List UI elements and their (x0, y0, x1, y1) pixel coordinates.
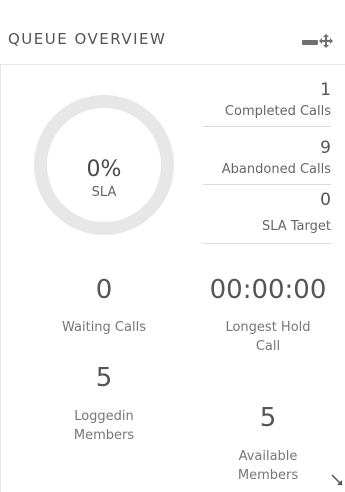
available-members-label-line1: Available (238, 449, 298, 464)
completed-calls-divider (203, 126, 331, 127)
loggedin-members-label: Loggedin Members (14, 407, 194, 445)
longest-hold-call-value: 00:00:00 (209, 275, 327, 305)
sla-target-divider (203, 243, 331, 244)
longest-hold-call-label-line1: Longest Hold (225, 320, 311, 335)
longest-hold-call-label-line2: Call (255, 339, 281, 354)
abandoned-calls-value: 9 (320, 138, 331, 158)
move-icon[interactable] (319, 34, 333, 48)
loggedin-members-value: 5 (95, 363, 113, 393)
waiting-calls-label: Waiting Calls (62, 320, 146, 335)
completed-calls-label: Completed Calls (224, 104, 331, 119)
available-members-value: 5 (259, 403, 277, 433)
loggedin-members-label-line1: Loggedin (74, 409, 134, 424)
minimize-icon[interactable] (302, 40, 318, 45)
abandoned-calls-divider (203, 184, 331, 185)
resize-icon[interactable] (331, 474, 343, 486)
sla-value: 0% (86, 157, 122, 182)
abandoned-calls-label: Abandoned Calls (221, 162, 331, 177)
widget-title: QUEUE OVERVIEW (8, 30, 167, 48)
available-members-label-line2: Members (237, 468, 299, 483)
sla-label: SLA (91, 185, 117, 200)
sla-target-label: SLA Target (261, 219, 331, 234)
completed-calls-value: 1 (320, 80, 331, 100)
longest-hold-call-label: Longest Hold Call (193, 318, 343, 356)
available-members-label: Available Members (193, 447, 343, 485)
widget-header: QUEUE OVERVIEW (0, 0, 345, 65)
queue-overview-widget: QUEUE OVERVIEW 0% SLA 1 Completed Calls … (0, 0, 345, 492)
left-border (0, 65, 1, 492)
sla-target-value: 0 (320, 190, 331, 210)
waiting-calls-value: 0 (95, 275, 113, 305)
loggedin-members-label-line2: Members (73, 428, 135, 443)
